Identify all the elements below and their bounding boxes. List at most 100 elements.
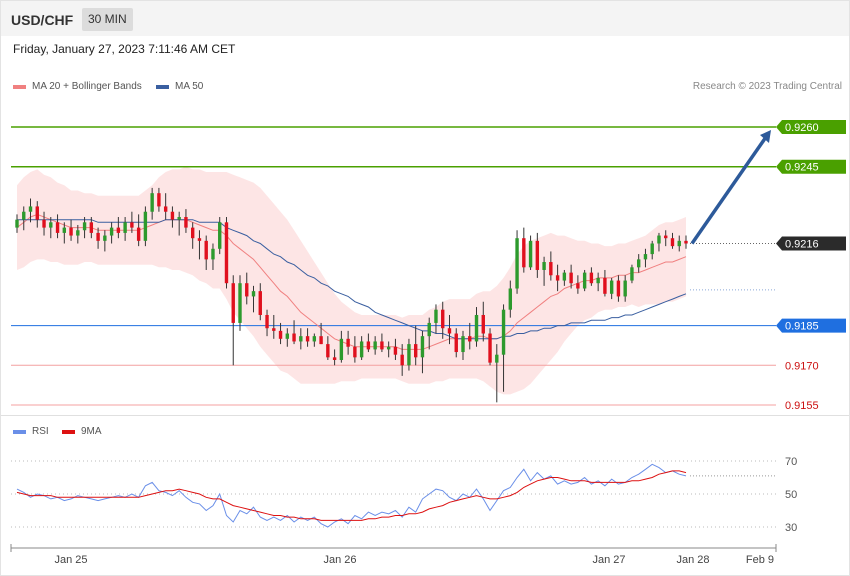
candle-body (339, 338, 344, 360)
candle-body (380, 341, 384, 350)
candle-body (468, 336, 472, 342)
candle-body (278, 330, 283, 339)
candle-body (82, 222, 87, 231)
candle-body (359, 341, 364, 358)
candle-body (393, 346, 398, 355)
candle-body (143, 211, 148, 241)
candle-body (522, 238, 526, 268)
candle-body (116, 227, 121, 233)
candle-body (501, 309, 506, 355)
candle-body (677, 240, 681, 247)
x-tick-label: Jan 27 (592, 554, 625, 566)
candle-body (684, 240, 688, 244)
candle-body (319, 336, 323, 345)
candle-body (461, 336, 465, 353)
candle-body (130, 222, 134, 228)
candle-body (157, 193, 161, 207)
candle-body (238, 283, 242, 323)
candle-body (163, 206, 168, 212)
candle-body (589, 272, 594, 284)
price-chart-svg: 0.9260 0.9245 0.9216 0.9185 0.9170 0.9155 70 50… (10, 120, 846, 566)
candle-body (265, 314, 269, 329)
candle-body (103, 235, 107, 241)
candle-body (657, 235, 661, 244)
candle-body (197, 238, 202, 241)
candle-body (643, 254, 648, 260)
candle-body (251, 291, 256, 297)
candle-body (218, 222, 222, 249)
rsi-tick-70: 70 (785, 456, 797, 468)
candle-body (285, 333, 290, 339)
candle-body (508, 288, 513, 310)
level-label-0.9216: 0.9216 (785, 238, 819, 250)
candle-body (299, 336, 303, 342)
candle-body (22, 211, 26, 220)
candle-body (542, 262, 546, 270)
candle-body (636, 259, 641, 268)
candle-body (55, 222, 60, 233)
candle-body (89, 222, 94, 233)
candle-body (447, 328, 452, 334)
x-tick-label: Feb 9 (746, 554, 774, 566)
candle-body (123, 222, 127, 233)
candle-body (245, 283, 249, 297)
candle-body (481, 314, 485, 334)
candle-body (190, 227, 195, 239)
candle-body (292, 333, 296, 342)
candle-body (76, 230, 80, 236)
candle-body (609, 280, 614, 294)
candle-body (420, 336, 425, 358)
candle-body (96, 232, 100, 241)
candle-body (15, 219, 19, 228)
x-tick-label: Jan 28 (676, 554, 709, 566)
candle-body (582, 272, 587, 289)
candle-body (224, 222, 229, 284)
candle-body (650, 243, 654, 255)
candle-body (515, 238, 519, 289)
level-label-0.9155: 0.9155 (785, 400, 819, 412)
candle-body (170, 211, 175, 220)
candle-body (528, 240, 533, 268)
rsi-line (16, 463, 687, 528)
candle-body (184, 217, 188, 228)
candle-body (596, 277, 600, 284)
candle-body (535, 240, 540, 270)
candle-body (474, 314, 479, 342)
level-label-0.9245: 0.9245 (785, 162, 819, 174)
candle-body (62, 227, 67, 233)
candle-body (562, 272, 567, 281)
candle-body (231, 283, 235, 323)
candle-body (353, 346, 357, 358)
candle-body (346, 338, 350, 347)
candle-body (488, 333, 492, 363)
candle-body (35, 206, 39, 220)
candle-body (427, 322, 431, 337)
x-tick-label: Jan 26 (323, 554, 356, 566)
rsi-tick-30: 30 (785, 522, 797, 534)
candle-body (373, 341, 377, 350)
candle-body (109, 227, 114, 236)
candle-body (42, 219, 46, 228)
candle-body (312, 336, 317, 342)
candle-body (630, 267, 634, 281)
candle-body (177, 217, 181, 220)
level-label-0.9170: 0.9170 (785, 360, 819, 372)
candle-body (569, 272, 573, 284)
candle-body (258, 291, 262, 315)
candle-body (454, 333, 458, 353)
candle-body (326, 344, 330, 358)
level-label-0.9185: 0.9185 (785, 321, 819, 333)
x-tick-label: Jan 25 (54, 554, 87, 566)
candle-body (576, 283, 580, 289)
candle-body (434, 309, 438, 323)
candle-body (555, 275, 560, 281)
rsi-tick-50: 50 (785, 489, 797, 501)
candle-body (549, 262, 553, 276)
candle-body (28, 206, 33, 212)
candle-body (400, 354, 404, 366)
candle-body (616, 280, 621, 297)
level-label-0.9260: 0.9260 (785, 122, 819, 134)
candle-body (136, 227, 141, 241)
target-arrow-shaft (690, 136, 768, 245)
candle-body (413, 344, 418, 358)
